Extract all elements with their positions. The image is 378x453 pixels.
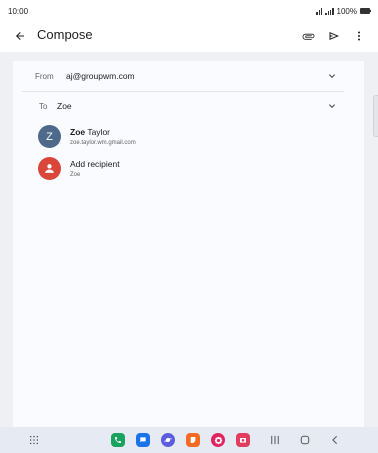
divider bbox=[22, 91, 344, 92]
phone-icon bbox=[115, 437, 121, 443]
messages-app-icon[interactable] bbox=[136, 433, 150, 447]
from-label: From bbox=[35, 72, 54, 81]
person-icon bbox=[45, 164, 54, 173]
avatar: Z bbox=[38, 125, 61, 148]
notes-app-icon[interactable] bbox=[186, 433, 200, 447]
send-icon bbox=[329, 32, 339, 40]
more-options-button[interactable] bbox=[349, 26, 369, 46]
status-icons: 100% bbox=[316, 6, 371, 16]
recents-button[interactable] bbox=[268, 433, 282, 447]
app-drawer-button[interactable] bbox=[27, 433, 41, 447]
back-button[interactable] bbox=[10, 26, 30, 46]
battery-percent: 100% bbox=[336, 6, 357, 16]
galaxy-store-app-icon[interactable] bbox=[211, 433, 225, 447]
more-vert-icon bbox=[358, 31, 360, 41]
suggestion-name: Add recipient bbox=[70, 159, 120, 169]
home-button[interactable] bbox=[298, 433, 312, 447]
edge-panel-handle[interactable] bbox=[373, 95, 378, 137]
cell-signal-icon bbox=[325, 7, 334, 15]
chevron-down-icon[interactable] bbox=[326, 70, 338, 82]
home-icon bbox=[300, 435, 310, 445]
suggestion-add-recipient[interactable]: Add recipient Zoe bbox=[38, 157, 338, 183]
suggestion-email: zoe.taylor.wm.gmail.com bbox=[70, 140, 136, 146]
app-bar: Compose bbox=[0, 22, 378, 52]
chevron-left-icon bbox=[332, 435, 338, 445]
status-time: 10:00 bbox=[8, 6, 29, 16]
suggestion-zoe-taylor[interactable]: Z Zoe Taylor zoe.taylor.wm.gmail.com bbox=[38, 125, 338, 151]
to-input[interactable]: Zoe bbox=[57, 101, 72, 111]
attachment-icon bbox=[302, 33, 314, 40]
from-value[interactable]: aj@groupwm.com bbox=[66, 71, 135, 81]
page-title: Compose bbox=[37, 27, 93, 42]
grid-icon bbox=[29, 435, 39, 445]
status-bar: 10:00 100% bbox=[0, 0, 378, 22]
chevron-down-icon[interactable] bbox=[326, 100, 338, 112]
note-icon bbox=[190, 437, 196, 443]
avatar bbox=[38, 157, 61, 180]
wifi-signal-icon bbox=[316, 7, 323, 15]
planet-icon bbox=[164, 437, 172, 443]
camera-icon bbox=[240, 438, 246, 443]
chat-icon bbox=[140, 437, 146, 443]
suggestion-name-rest: Taylor bbox=[85, 127, 111, 137]
recents-icon bbox=[271, 435, 279, 445]
send-button[interactable] bbox=[324, 26, 344, 46]
suggestion-subtext: Zoe bbox=[70, 172, 81, 178]
to-label: To bbox=[39, 102, 48, 111]
battery-icon bbox=[360, 8, 371, 14]
suggestion-name-rest: Add recipient bbox=[70, 159, 120, 169]
suggestion-name-bold: Zoe bbox=[70, 127, 86, 137]
internet-app-icon[interactable] bbox=[161, 433, 175, 447]
navigation-bar bbox=[0, 427, 378, 453]
suggestion-name: Zoe Taylor bbox=[70, 127, 110, 137]
attach-button[interactable] bbox=[298, 26, 318, 46]
phone-app-icon[interactable] bbox=[111, 433, 125, 447]
back-arrow-icon bbox=[16, 32, 24, 40]
camera-app-icon[interactable] bbox=[236, 433, 250, 447]
flower-icon bbox=[214, 436, 222, 444]
back-nav-button[interactable] bbox=[328, 433, 342, 447]
compose-sheet bbox=[13, 61, 364, 427]
